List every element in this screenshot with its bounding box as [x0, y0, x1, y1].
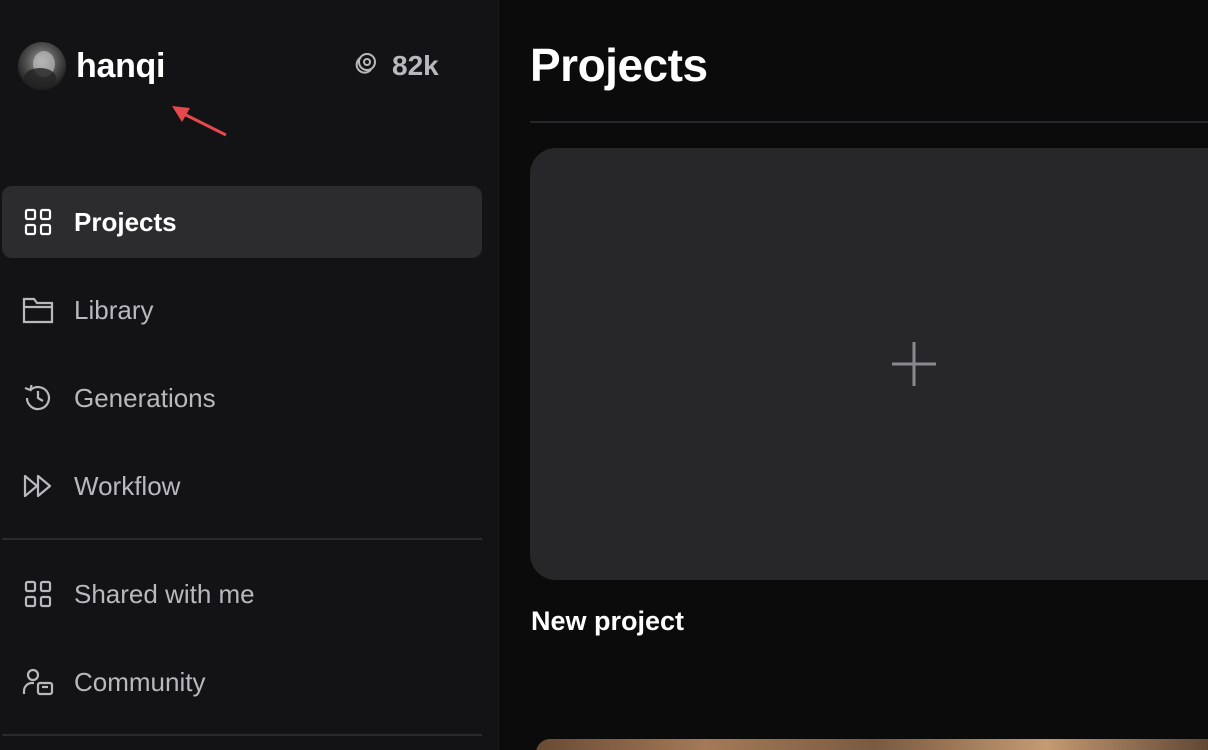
- sidebar-item-label: Generations: [74, 382, 216, 413]
- user-profile[interactable]: hanqi: [18, 42, 165, 90]
- sidebar-divider: [2, 538, 482, 540]
- project-thumbnail[interactable]: [536, 739, 1208, 750]
- page-title: Projects: [530, 39, 708, 91]
- sidebar-item-library[interactable]: Library: [2, 274, 482, 346]
- sidebar-item-label: Community: [74, 666, 206, 697]
- username: hanqi: [76, 46, 166, 85]
- main-content: Projects New project: [500, 0, 1208, 750]
- sidebar-item-projects[interactable]: Projects: [2, 186, 482, 258]
- history-icon: [22, 382, 54, 414]
- credits-value: 82k: [392, 50, 439, 81]
- sidebar-item-label: Shared with me: [74, 578, 255, 609]
- app-window: hanqi 82k Projects Library Generations W…: [0, 0, 1208, 750]
- credits-balance[interactable]: 82k: [352, 50, 439, 82]
- avatar[interactable]: [18, 42, 66, 90]
- header-divider: [530, 121, 1208, 123]
- sidebar-item-label: Library: [74, 294, 154, 325]
- sidebar-item-community[interactable]: Community: [2, 646, 482, 718]
- sidebar-item-shared-with-me[interactable]: Shared with me: [2, 558, 482, 630]
- sidebar-nav: Projects Library Generations Workflow Sh…: [2, 186, 482, 750]
- grid-icon: [22, 206, 54, 238]
- new-project-label[interactable]: New project: [531, 606, 684, 637]
- grid-icon: [22, 578, 54, 610]
- sidebar-item-workflow[interactable]: Workflow: [2, 450, 482, 522]
- new-project-card[interactable]: [530, 148, 1208, 580]
- coin-icon: [352, 51, 378, 82]
- users-icon: [22, 666, 54, 698]
- sidebar-item-label: Workflow: [74, 470, 181, 501]
- folder-icon: [22, 294, 54, 326]
- sidebar: hanqi 82k Projects Library Generations W…: [0, 0, 499, 750]
- sidebar-item-generations[interactable]: Generations: [2, 362, 482, 434]
- annotation-arrow-icon: [170, 100, 230, 145]
- sidebar-divider: [2, 734, 482, 736]
- sidebar-item-label: Projects: [74, 206, 177, 237]
- plus-icon: [890, 340, 938, 393]
- fast-forward-icon: [22, 470, 54, 502]
